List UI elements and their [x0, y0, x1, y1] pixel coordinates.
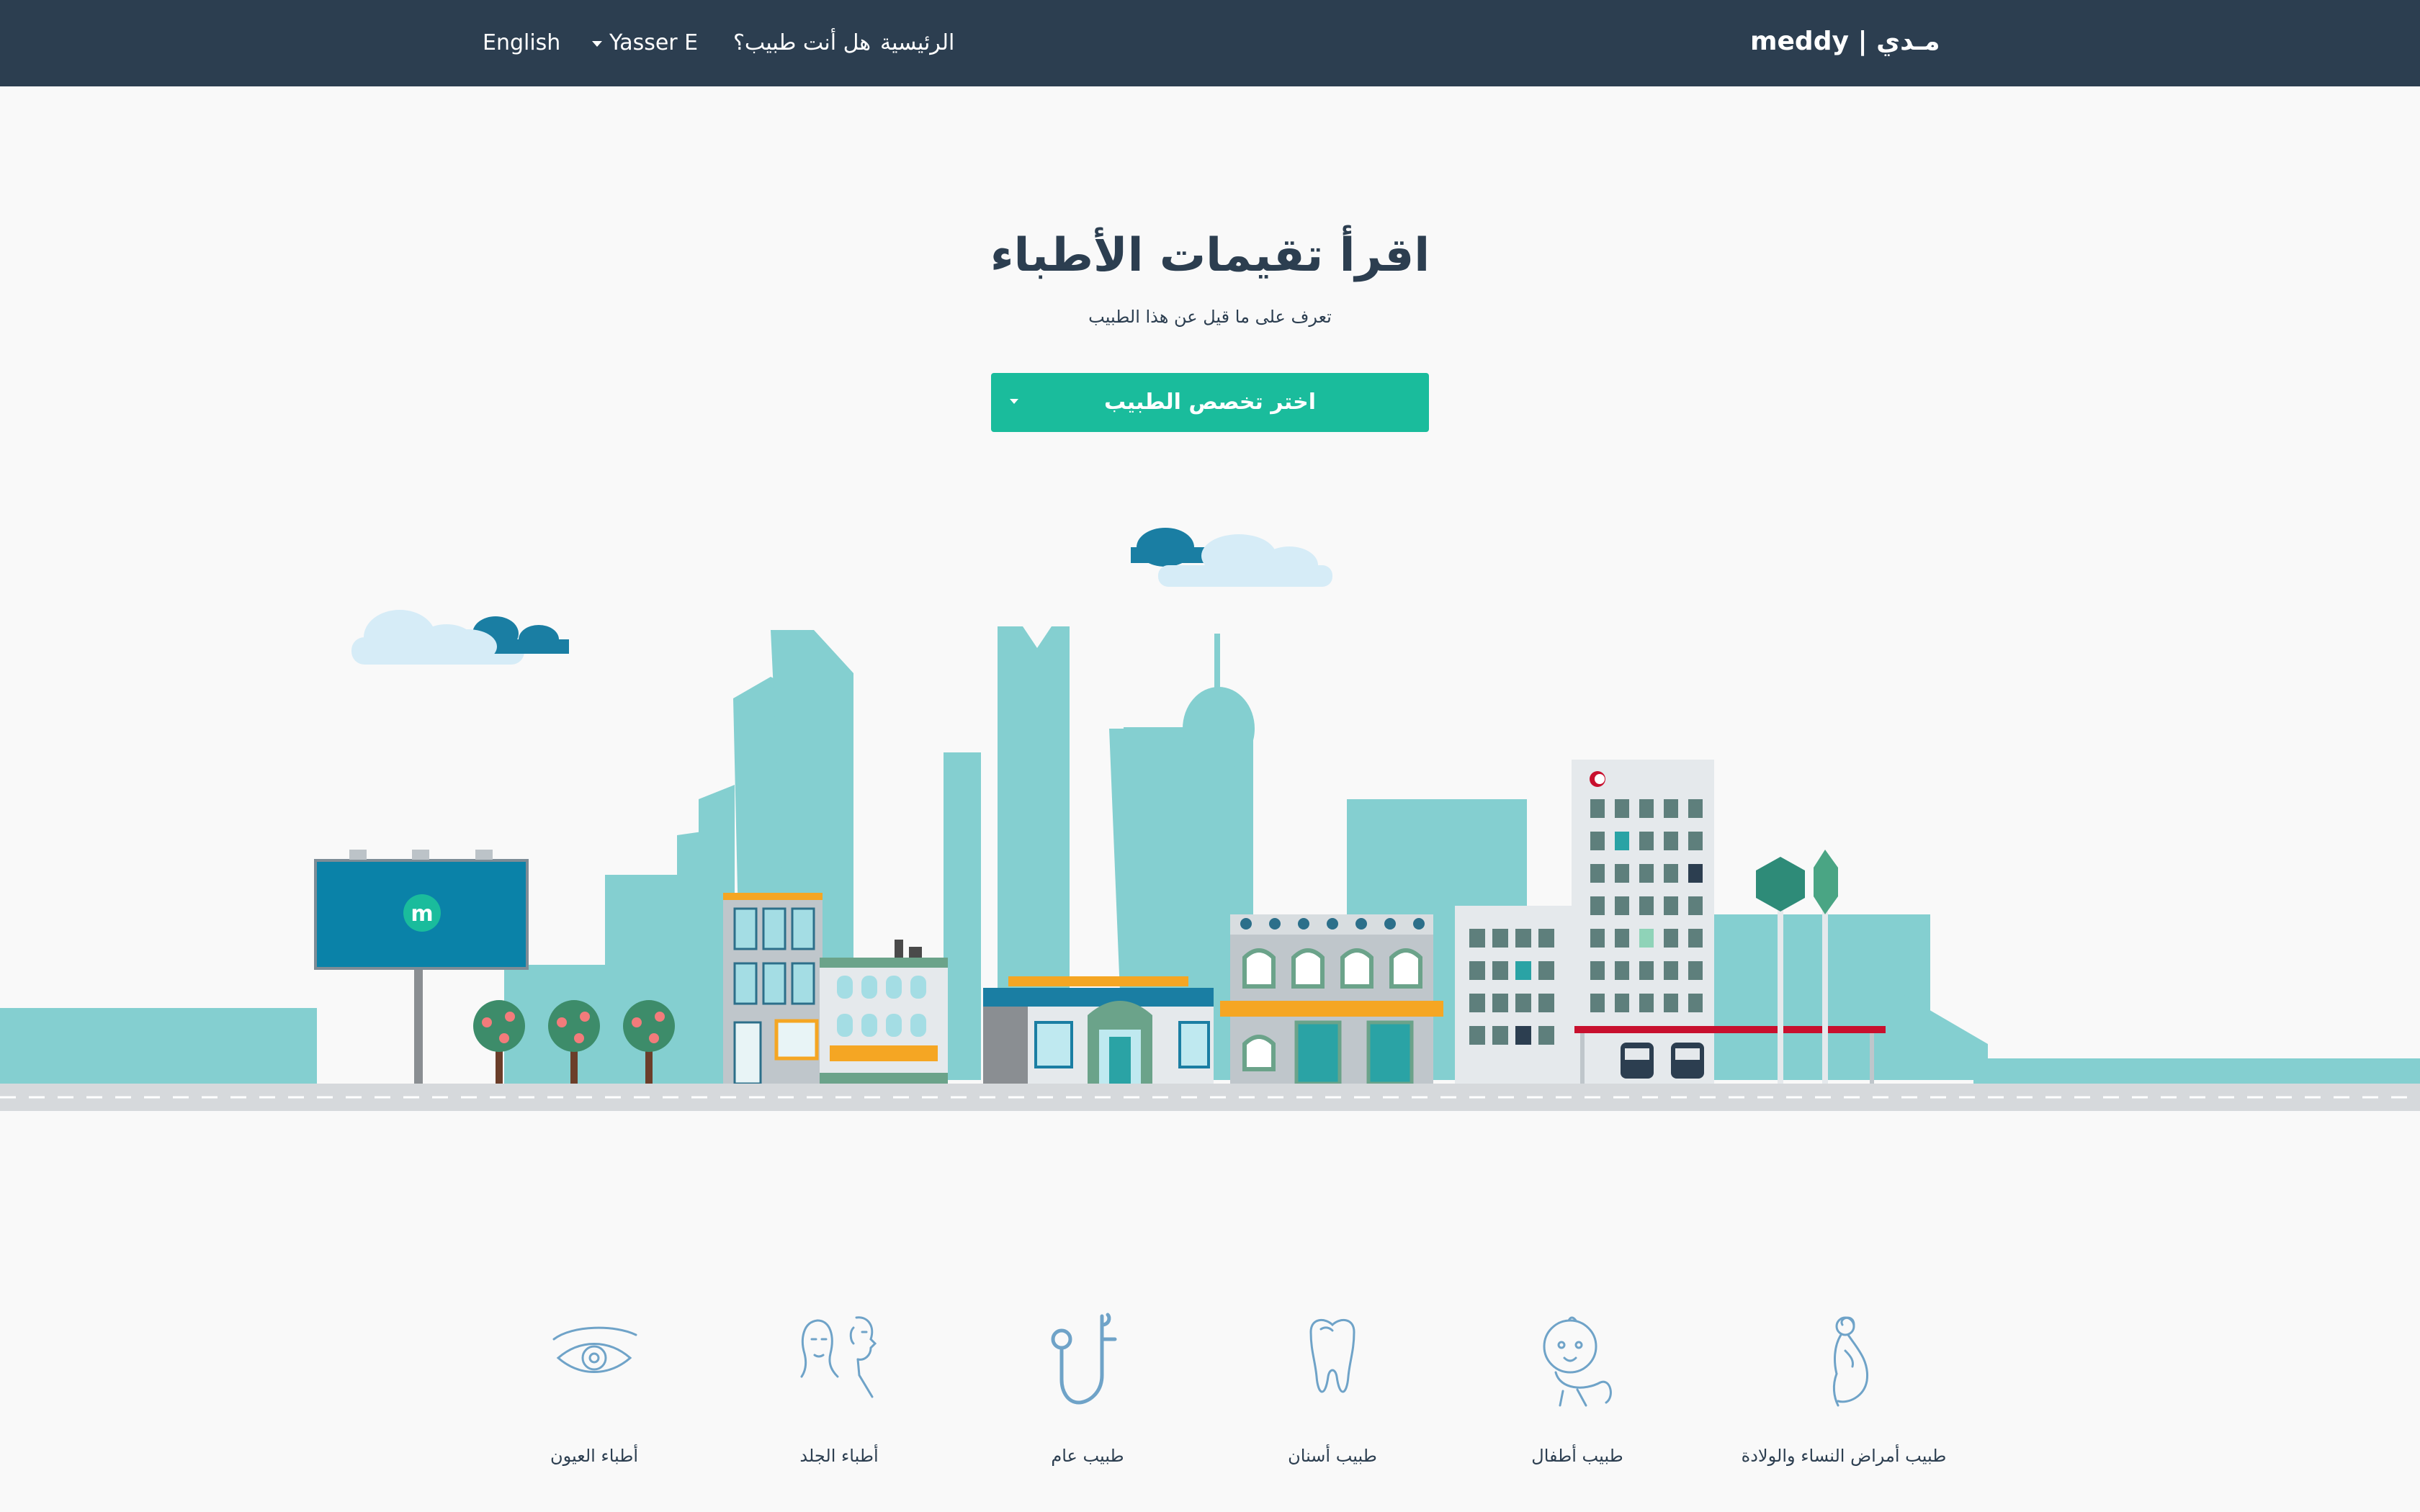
specialty-label: طبيب عام — [1051, 1446, 1124, 1466]
billboard-logo: m — [411, 901, 433, 927]
pregnant-woman-icon — [1832, 1316, 1869, 1407]
chevron-down-icon — [1010, 399, 1018, 404]
stethoscope-icon — [1051, 1313, 1117, 1405]
specialty-dermatology[interactable]: أطباء الجلد — [717, 1310, 962, 1483]
specialty-label: أطباء الجلد — [799, 1446, 879, 1466]
specialty-dentistry[interactable]: طبيب أسنان — [1210, 1310, 1455, 1483]
page-title: اقرأ تقيمات الأطباء — [990, 229, 1430, 282]
specialty-label: طبيب أسنان — [1288, 1446, 1377, 1466]
eye-icon — [552, 1326, 637, 1373]
specialty-select[interactable]: اختر تخصص الطبيب — [991, 373, 1429, 432]
specialty-label: طبيب أمراض النساء والولادة — [1741, 1446, 1947, 1466]
building-clinic — [983, 976, 1214, 1084]
specialty-label: طبيب أطفال — [1531, 1446, 1623, 1466]
tooth-icon — [1309, 1318, 1355, 1393]
building-arches — [1220, 914, 1443, 1086]
cloud-left — [351, 610, 569, 665]
specialty-select-label: اختر تخصص الطبيب — [1103, 390, 1317, 415]
faces-icon — [800, 1316, 877, 1398]
brand-logo[interactable]: meddy | مـدي — [1750, 0, 1940, 86]
nav-are-you-doctor-link[interactable]: هل أنت طبيب؟ — [733, 0, 871, 86]
specialty-ophthalmology[interactable]: أطباء العيون — [472, 1310, 717, 1483]
city-skyline-illustration: m — [0, 528, 2420, 1111]
building-office — [1455, 906, 1572, 1084]
user-menu-dropdown[interactable]: Yasser E — [592, 0, 698, 86]
cloud-center — [1131, 528, 1332, 587]
baby-icon — [1543, 1316, 1612, 1407]
top-navbar: meddy | مـدي الرئيسية هل أنت طبيب؟ Yasse… — [0, 0, 2420, 86]
language-switch-link[interactable]: English — [483, 0, 560, 86]
user-name: Yasser E — [609, 30, 699, 55]
nav-home-link[interactable]: الرئيسية — [880, 0, 954, 86]
specialty-general-practitioner[interactable]: طبيب عام — [965, 1310, 1210, 1483]
chevron-down-icon — [592, 40, 602, 47]
specialty-pediatrics[interactable]: طبيب أطفال — [1455, 1310, 1700, 1483]
page-subtitle: تعرف على ما قيل عن هذا الطبيب — [1088, 307, 1332, 327]
specialty-gynecology[interactable]: طبيب أمراض النساء والولادة — [1721, 1310, 1966, 1483]
specialty-label: أطباء العيون — [550, 1446, 639, 1466]
building-apartment — [723, 893, 823, 1085]
building-shop — [820, 940, 948, 1084]
